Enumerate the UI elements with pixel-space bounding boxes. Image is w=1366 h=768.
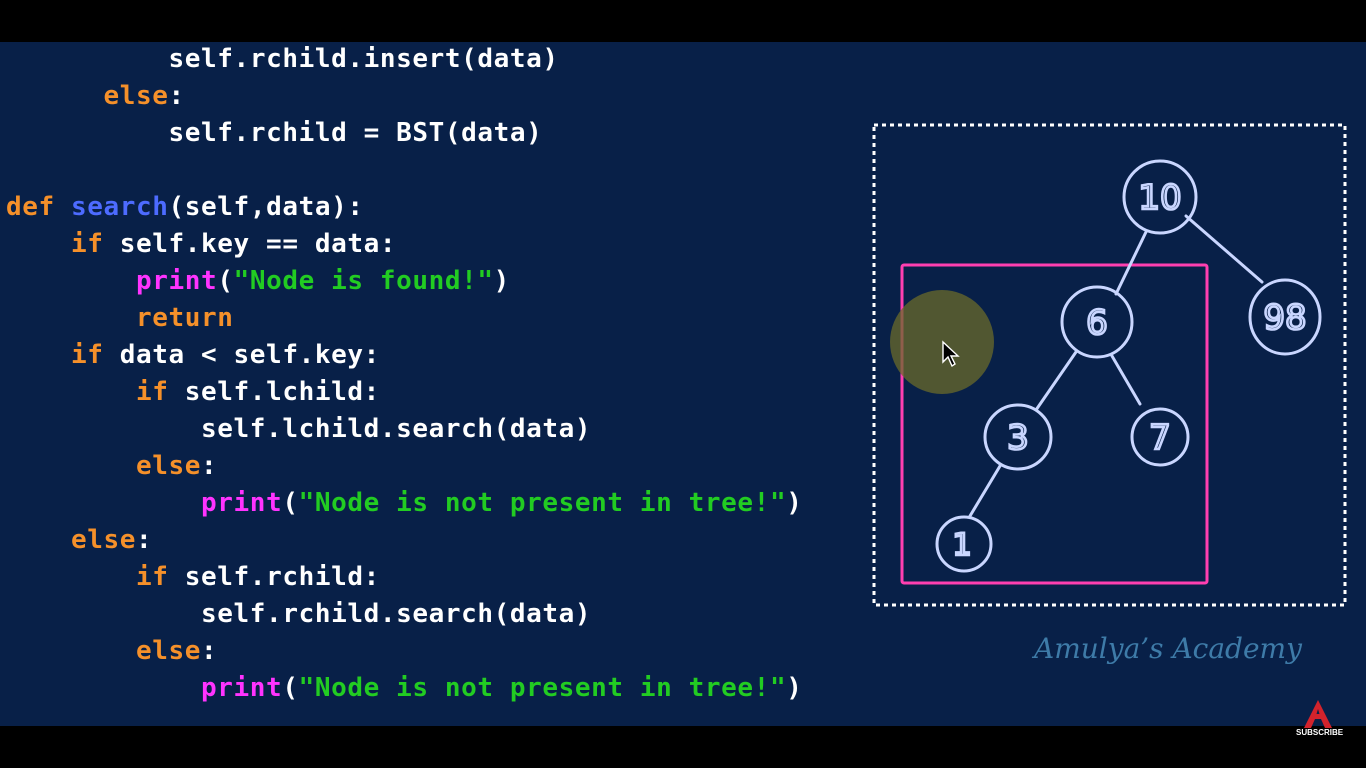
- cursor-highlight: [890, 290, 994, 394]
- code-token: else: [71, 525, 137, 555]
- code-line: print("Node is not present in tree!"): [6, 673, 802, 703]
- code-token: else: [136, 451, 202, 481]
- subscribe-caption: SUBSCRIBE: [1296, 728, 1344, 737]
- code-token: print: [201, 488, 283, 518]
- channel-watermark: Amulya’s Academy: [1034, 632, 1302, 665]
- code-line: if self.key == data:: [6, 229, 396, 259]
- code-token: ): [786, 673, 803, 703]
- tree-node-label: 3: [1007, 418, 1029, 458]
- code-token: self.rchild = BST(data): [168, 118, 543, 148]
- video-frame: self.rchild.insert(data) else: self.rchi…: [0, 42, 1366, 726]
- edge-3-1: [968, 464, 1002, 518]
- code-token: print: [201, 673, 283, 703]
- code-token: print: [136, 266, 218, 296]
- code-line: self.rchild.insert(data): [6, 44, 559, 74]
- code-token: :: [168, 81, 185, 111]
- code-token: self.lchild:: [184, 377, 380, 407]
- code-token: "Node is not present in tree!": [298, 488, 787, 518]
- code-token: def: [6, 192, 72, 222]
- tree-node-label: 6: [1086, 303, 1108, 343]
- code-token: self.lchild.search(data): [201, 414, 592, 444]
- code-line: if self.lchild:: [6, 377, 380, 407]
- code-line: self.rchild.search(data): [6, 599, 591, 629]
- code-token: self.rchild.insert(data): [168, 44, 559, 74]
- edge-10-6: [1114, 230, 1148, 296]
- letterbox-bottom: [0, 726, 1366, 768]
- code-token: :: [136, 525, 153, 555]
- code-token: "Node is not present in tree!": [298, 673, 787, 703]
- code-line: else:: [6, 636, 217, 666]
- edge-6-3: [1034, 350, 1078, 412]
- tree-node-label: 1: [952, 528, 971, 563]
- code-token: search: [71, 192, 169, 222]
- code-token: ): [786, 488, 803, 518]
- code-token: if: [136, 562, 185, 592]
- code-token: ): [493, 266, 510, 296]
- code-token: (self,data):: [168, 192, 364, 222]
- tree-node-7: [1130, 407, 1190, 467]
- subtree-highlight-box: [900, 263, 1209, 585]
- code-token: if: [71, 229, 120, 259]
- code-line: self.rchild = BST(data): [6, 118, 542, 148]
- code-token: return: [136, 303, 234, 333]
- code-line: if data < self.key:: [6, 340, 380, 370]
- tree-node-10: [1122, 159, 1198, 235]
- tree-node-label: 7: [1149, 418, 1171, 458]
- code-token: self.key == data:: [119, 229, 397, 259]
- subscribe-logo[interactable]: SUBSCRIBE: [1296, 698, 1344, 742]
- code-token: (: [282, 673, 299, 703]
- mouse-pointer-icon: [942, 340, 960, 368]
- edge-6-7: [1110, 354, 1142, 406]
- code-token: "Node is found!": [233, 266, 494, 296]
- code-token: data < self.key:: [119, 340, 380, 370]
- tree-node-3: [983, 403, 1053, 471]
- code-token: (: [217, 266, 234, 296]
- code-token: else: [103, 81, 169, 111]
- code-line: else:: [6, 525, 152, 555]
- code-line: else:: [6, 451, 217, 481]
- code-line: return: [6, 303, 234, 333]
- tree-node-1: [935, 515, 993, 573]
- code-token: :: [201, 636, 218, 666]
- code-token: if: [136, 377, 185, 407]
- tree-node-label: 10: [1138, 178, 1181, 218]
- edge-10-98: [1184, 214, 1264, 284]
- tree-node-6: [1060, 285, 1134, 359]
- letterbox-top: [0, 0, 1366, 42]
- diagram-dotted-frame: [872, 123, 1347, 607]
- code-token: else: [136, 636, 202, 666]
- code-line: def search(self,data):: [6, 192, 364, 222]
- code-line: print("Node is found!"): [6, 266, 510, 296]
- tree-node-98: [1248, 278, 1322, 356]
- code-line: else:: [6, 81, 185, 111]
- code-token: self.rchild:: [184, 562, 380, 592]
- code-token: (: [282, 488, 299, 518]
- code-token: self.rchild.search(data): [201, 599, 592, 629]
- code-line: self.lchild.search(data): [6, 414, 591, 444]
- code-token: :: [201, 451, 218, 481]
- channel-a-icon: [1304, 700, 1332, 728]
- tree-node-label: 98: [1263, 298, 1306, 338]
- code-token: if: [71, 340, 120, 370]
- code-line: print("Node is not present in tree!"): [6, 488, 802, 518]
- code-line: if self.rchild:: [6, 562, 380, 592]
